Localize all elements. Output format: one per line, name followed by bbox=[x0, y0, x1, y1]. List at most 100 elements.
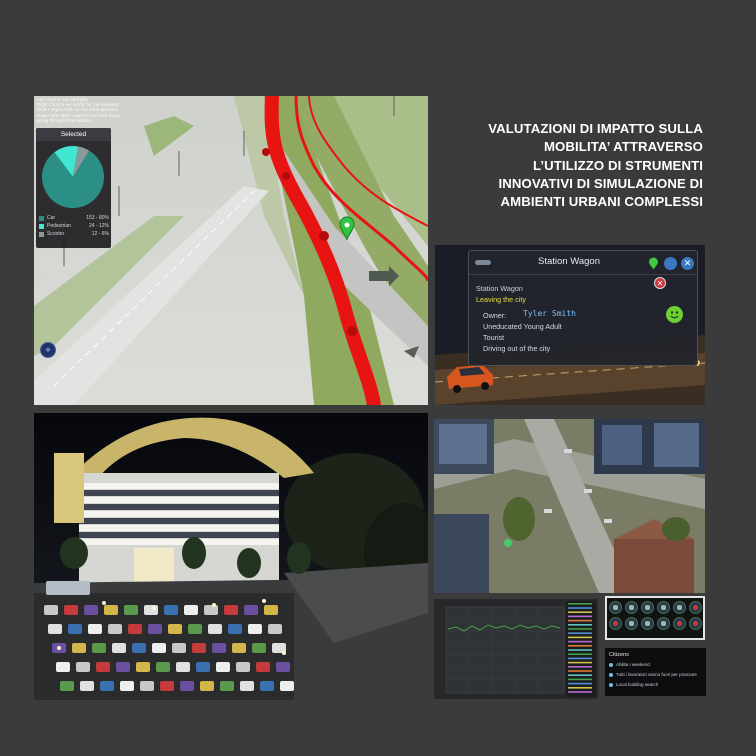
no-entry-icon[interactable] bbox=[689, 601, 702, 614]
checkbox-icon[interactable] bbox=[609, 672, 613, 677]
selected-traffic-panel: Selected Car 153 - 80% Pedestrian 24 - 1… bbox=[36, 128, 111, 279]
graph-legend-entry bbox=[568, 657, 592, 660]
graph-legend-entry bbox=[568, 624, 592, 626]
parked-car bbox=[104, 605, 118, 615]
parked-car bbox=[192, 643, 206, 653]
legend-value: 153 - 80% bbox=[86, 215, 109, 221]
aerial-city-scene bbox=[434, 419, 705, 593]
statistics-graph-screenshot bbox=[434, 599, 598, 699]
parked-car bbox=[152, 643, 166, 653]
citizens-option[interactable]: Abilita i weekend bbox=[609, 662, 650, 667]
map-view-icon[interactable] bbox=[664, 257, 677, 270]
location-pin-icon[interactable] bbox=[647, 257, 660, 270]
parked-car bbox=[240, 681, 254, 691]
owner-category: Tourist bbox=[483, 333, 505, 342]
happiness-smiley-icon bbox=[666, 306, 683, 323]
tool-icon-grid bbox=[609, 601, 702, 630]
parked-car bbox=[140, 681, 154, 691]
title-line-2: MOBILITA’ ATTRAVERSO bbox=[543, 139, 703, 155]
parked-car bbox=[184, 605, 198, 615]
graph-legend-entry bbox=[568, 611, 592, 613]
tool-icon[interactable] bbox=[673, 601, 686, 614]
presentation-title: VALUTAZIONI DI IMPATTO SULLA MOBILITA’ A… bbox=[440, 120, 703, 211]
tool-icon[interactable] bbox=[641, 601, 654, 614]
legend-row-pedestrian: Pedestrian 24 - 12% bbox=[39, 222, 109, 230]
owner-label: Owner: bbox=[483, 311, 507, 320]
parked-car bbox=[164, 605, 178, 615]
checkbox-icon[interactable] bbox=[609, 682, 613, 687]
citizens-options-panel: Citizens Abilita i weekend Tutti i lavor… bbox=[605, 648, 706, 696]
parked-car bbox=[116, 662, 130, 672]
graph-legend-entry bbox=[568, 619, 592, 622]
despawn-vehicle-icon[interactable]: ✕ bbox=[654, 277, 666, 289]
vehicle-info-card: Station Wagon ✕ Station Wagon Leaving th… bbox=[468, 250, 698, 366]
hint-line: Shift + Right Click for the other direct… bbox=[37, 107, 119, 113]
title-line-3: L’UTILIZZO DI STRUMENTI bbox=[532, 157, 703, 173]
title-line-5: AMBIENTI URBANI COMPLESSI bbox=[500, 194, 703, 210]
parked-car bbox=[216, 662, 230, 672]
tool-icon[interactable] bbox=[641, 617, 654, 630]
graph-legend-entry bbox=[568, 674, 592, 676]
legend-swatch-car bbox=[39, 215, 44, 221]
no-entry-icon[interactable] bbox=[673, 617, 686, 630]
tool-icon[interactable] bbox=[625, 601, 638, 614]
legend-label: Scooter bbox=[47, 231, 65, 237]
parked-car bbox=[96, 662, 110, 672]
graph-legend-entry bbox=[568, 691, 592, 693]
graph-legend-entry bbox=[568, 666, 592, 668]
tool-icon[interactable] bbox=[657, 601, 670, 614]
citizens-option[interactable]: Tutti i lavoratori vanno fuori per pranz… bbox=[609, 672, 697, 677]
parking-lot-night-screenshot bbox=[34, 413, 428, 700]
info-view-button[interactable]: ⌖ bbox=[40, 342, 56, 358]
graph-legend-entry bbox=[568, 678, 592, 681]
tool-icon[interactable] bbox=[657, 617, 670, 630]
close-icon[interactable]: ✕ bbox=[681, 257, 694, 270]
parked-car bbox=[64, 605, 78, 615]
parked-car bbox=[48, 624, 62, 634]
checkbox-icon[interactable] bbox=[609, 662, 613, 667]
parked-car bbox=[156, 662, 170, 672]
graph-legend-entry bbox=[568, 628, 592, 630]
traffic-share-pie bbox=[41, 146, 104, 208]
graph-legend-entry bbox=[568, 682, 592, 685]
legend-row-car: Car 153 - 80% bbox=[39, 214, 109, 222]
no-entry-icon[interactable] bbox=[689, 617, 702, 630]
parked-car bbox=[108, 624, 122, 634]
parked-car bbox=[264, 605, 278, 615]
vehicle-type: Station Wagon bbox=[476, 284, 523, 293]
parked-car bbox=[100, 681, 114, 691]
aerial-city-screenshot bbox=[434, 419, 705, 593]
legend-swatch-scooter bbox=[39, 231, 44, 237]
parked-car bbox=[132, 643, 146, 653]
owner-name-link[interactable]: Tyler Smith bbox=[523, 309, 576, 318]
no-entry-icon[interactable] bbox=[609, 617, 622, 630]
parked-car bbox=[236, 662, 250, 672]
graph-legend-entry bbox=[568, 603, 592, 605]
card-title: Station Wagon bbox=[538, 256, 600, 267]
bus bbox=[46, 581, 90, 595]
traffic-route-screenshot: Left Click to see all traffic Right Clic… bbox=[34, 96, 428, 405]
citizens-option[interactable]: Local building search bbox=[609, 682, 658, 687]
tool-icon[interactable] bbox=[609, 601, 622, 614]
citizens-title: Citizens bbox=[609, 652, 629, 658]
legend-row-scooter: Scooter 12 - 6% bbox=[39, 230, 109, 238]
parked-car bbox=[80, 681, 94, 691]
parked-car bbox=[148, 624, 162, 634]
parked-car bbox=[88, 624, 102, 634]
legend-label: Car bbox=[47, 215, 56, 221]
parked-car bbox=[124, 605, 138, 615]
parked-car bbox=[112, 643, 126, 653]
parked-car bbox=[200, 681, 214, 691]
parked-car bbox=[204, 605, 218, 615]
traffic-total: Total: 189 bbox=[39, 273, 61, 279]
parked-car bbox=[260, 681, 274, 691]
parked-car bbox=[168, 624, 182, 634]
legend-swatch-pedestrian bbox=[39, 223, 44, 229]
tool-icon[interactable] bbox=[625, 617, 638, 630]
parked-car bbox=[256, 662, 270, 672]
parked-car bbox=[120, 681, 134, 691]
parked-car bbox=[172, 643, 186, 653]
parked-car bbox=[224, 605, 238, 615]
card-header: Station Wagon ✕ bbox=[469, 251, 697, 275]
parked-car bbox=[136, 662, 150, 672]
